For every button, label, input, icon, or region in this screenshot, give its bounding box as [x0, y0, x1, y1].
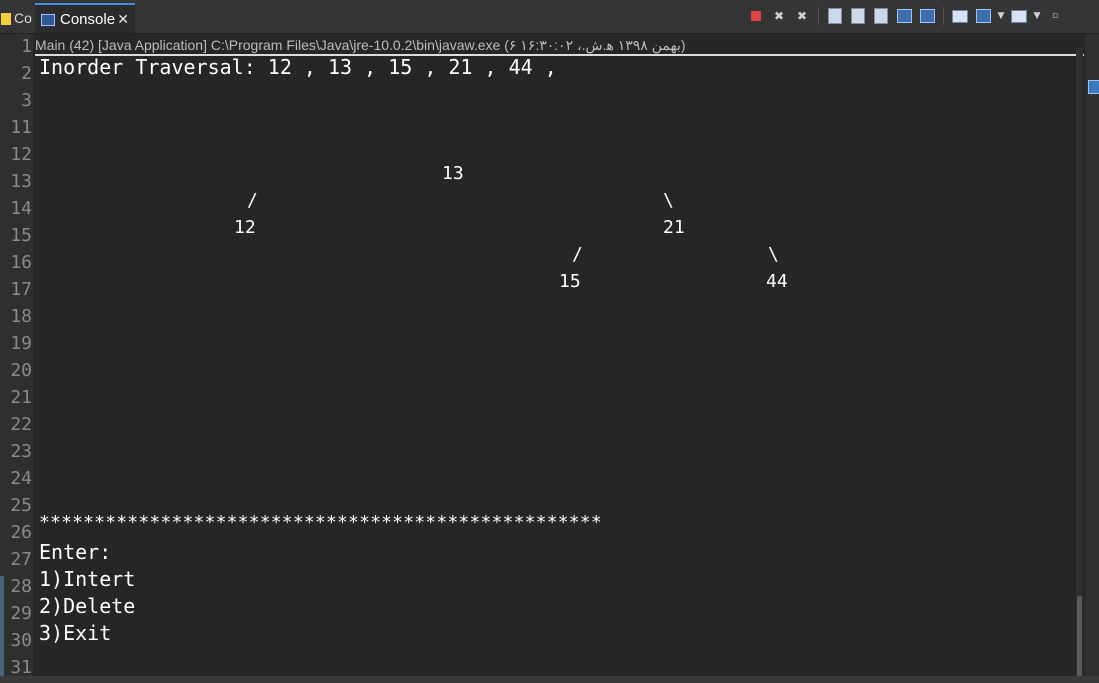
toolbar-separator [943, 7, 944, 25]
new-console-icon[interactable] [1009, 6, 1029, 26]
tree-left-child: 12 [234, 217, 256, 238]
editor-tab[interactable]: Co [0, 4, 34, 32]
separator-line: ****************************************… [39, 512, 602, 533]
display-console-menu-icon[interactable] [973, 6, 993, 26]
line-number: 16 [10, 252, 32, 273]
pin-console-icon[interactable] [917, 6, 937, 26]
line-number: 12 [10, 144, 32, 165]
line-number: 18 [10, 306, 32, 327]
line-number: 23 [10, 441, 32, 462]
tree-right-right-branch: \ [768, 244, 779, 265]
line-number: 24 [10, 468, 32, 489]
tree-right-branch: \ [663, 190, 674, 211]
display-console-icon[interactable] [950, 6, 970, 26]
console-view[interactable]: Main (42) [Java Application] C:\Program … [33, 34, 1084, 676]
view-tab-bar: Co Console ✕ ✖ ✖ ▼ ▼ ▫ [0, 0, 1099, 34]
traversal-output: Inorder Traversal: 12 , 13 , 15 , 21 , 4… [39, 55, 557, 79]
java-file-icon [1, 13, 11, 26]
tree-right-child: 21 [663, 217, 685, 238]
line-number: 28 [10, 576, 32, 597]
tree-left-branch: / [247, 190, 258, 211]
window-bottom-edge [0, 676, 1099, 683]
console-tab-label: Console [60, 11, 116, 28]
close-icon[interactable]: ✕ [117, 5, 129, 34]
tree-right-left-branch: / [572, 244, 583, 265]
line-number: 21 [10, 387, 32, 408]
tab-console[interactable]: Console ✕ [35, 3, 135, 33]
toolbar-separator [818, 7, 819, 25]
line-number: 25 [10, 495, 32, 516]
word-wrap-icon[interactable] [848, 6, 868, 26]
tree-root-node: 13 [442, 163, 464, 184]
editor-tab-label: Co [14, 10, 32, 26]
line-number: 13 [10, 171, 32, 192]
scroll-lock-icon[interactable] [825, 6, 845, 26]
minimize-icon[interactable]: ▫ [1045, 6, 1065, 26]
line-number: 20 [10, 360, 32, 381]
right-side-panel [1086, 34, 1099, 683]
line-number: 3 [21, 90, 32, 111]
line-number: 22 [10, 414, 32, 435]
scrollbar-thumb[interactable] [1077, 596, 1082, 676]
line-number: 15 [10, 225, 32, 246]
remove-launch-icon[interactable]: ✖ [769, 6, 789, 26]
line-number: 31 [10, 657, 32, 678]
menu-prompt: Enter: [39, 540, 112, 564]
chevron-down-icon[interactable]: ▼ [996, 6, 1006, 26]
show-on-error-icon[interactable] [894, 6, 914, 26]
line-number: 11 [10, 117, 32, 138]
menu-item: 2)Delete [39, 594, 136, 618]
terminate-icon[interactable] [746, 6, 766, 26]
vertical-scrollbar[interactable] [1076, 48, 1083, 676]
show-on-output-icon[interactable] [871, 6, 891, 26]
line-number: 30 [10, 630, 32, 651]
line-number: 26 [10, 522, 32, 543]
tree-right-right-child: 44 [766, 271, 788, 292]
line-number: 14 [10, 198, 32, 219]
line-number: 19 [10, 333, 32, 354]
line-number: 2 [21, 63, 32, 84]
line-number: 1 [21, 36, 32, 57]
tree-right-left-child: 15 [559, 271, 581, 292]
line-number: 29 [10, 603, 32, 624]
launch-description: Main (42) [Java Application] C:\Program … [35, 37, 686, 53]
remove-all-icon[interactable]: ✖ [792, 6, 812, 26]
line-number: 17 [10, 279, 32, 300]
menu-item: 1)Intert [39, 567, 136, 591]
menu-item: 3)Exit [39, 621, 112, 645]
minimized-view-icon[interactable] [1088, 80, 1099, 94]
console-icon [41, 14, 55, 27]
chevron-down-icon[interactable]: ▼ [1032, 6, 1042, 26]
line-number: 27 [10, 549, 32, 570]
editor-line-gutter: 1 2 3 11 12 13 14 15 16 17 18 19 20 21 2… [0, 0, 33, 683]
console-toolbar: ✖ ✖ ▼ ▼ ▫ [746, 4, 1086, 28]
